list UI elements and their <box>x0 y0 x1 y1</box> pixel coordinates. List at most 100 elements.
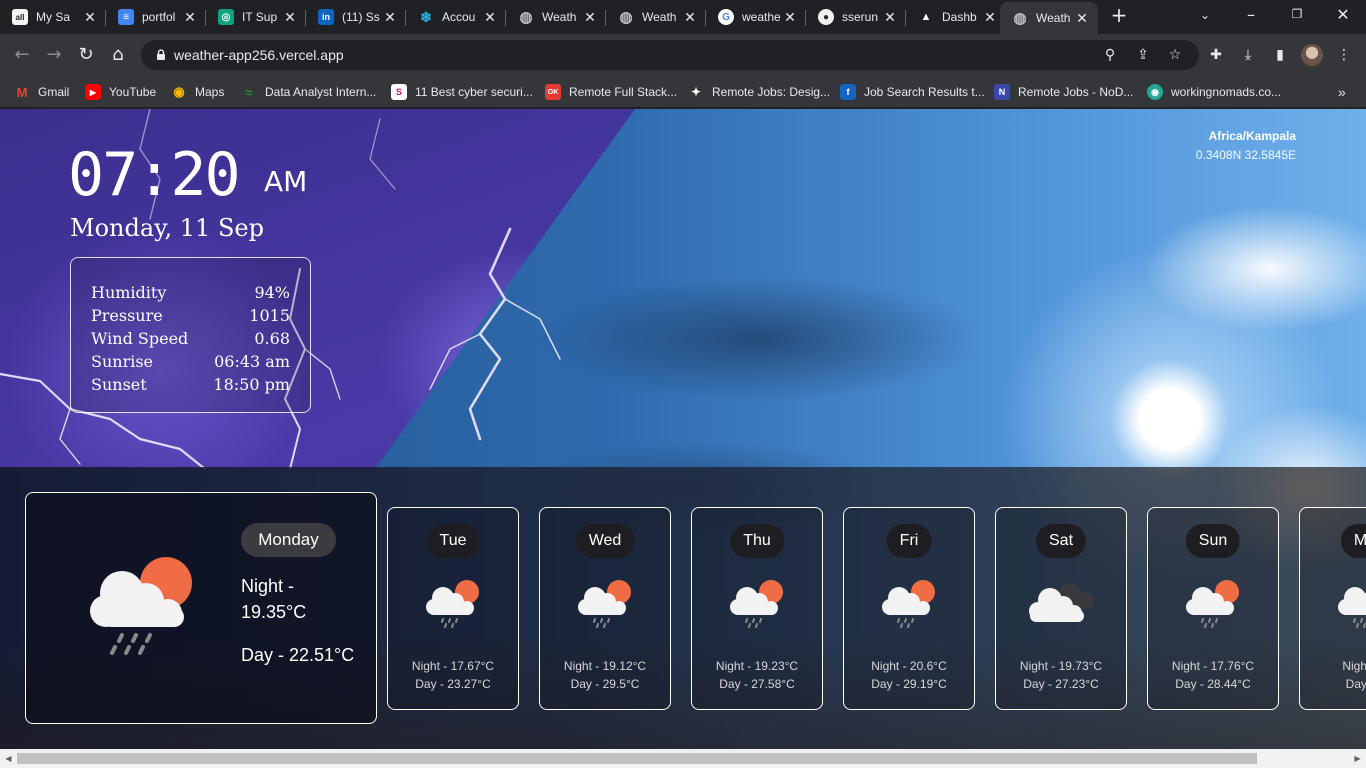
bookmark-cyber-security[interactable]: S 11 Best cyber securi... <box>391 82 533 102</box>
bookmark-maps[interactable]: ◉ Maps <box>171 82 224 102</box>
tab-label: Dashb <box>942 10 977 24</box>
rain-cloud-sun-icon <box>425 578 483 632</box>
minimize-icon[interactable]: – <box>1239 5 1263 24</box>
download-icon[interactable]: ⤓ <box>1238 45 1258 65</box>
home-icon[interactable]: ⌂ <box>106 43 130 67</box>
scroll-right-arrow-icon[interactable]: ▶ <box>1349 753 1366 764</box>
close-tab-icon[interactable]: ✕ <box>682 9 698 26</box>
forecast-day-label: Sat <box>1035 524 1087 558</box>
tab-weather-1[interactable]: ◍ Weath ✕ <box>506 2 606 32</box>
stat-value: 18:50 pm <box>213 375 290 394</box>
close-tab-icon[interactable]: ✕ <box>182 9 198 26</box>
site-favicon-icon: all <box>12 9 28 25</box>
restore-icon[interactable]: ❐ <box>1285 7 1309 21</box>
bookmark-label: Data Analyst Intern... <box>265 85 377 99</box>
close-window-icon[interactable]: ✕ <box>1331 5 1355 24</box>
bookmark-youtube[interactable]: ▶ YouTube <box>85 82 156 102</box>
close-tab-icon[interactable]: ✕ <box>782 9 798 26</box>
forecast-day-label: Mo <box>1340 524 1366 558</box>
close-tab-icon[interactable]: ✕ <box>582 9 598 26</box>
stat-sunrise: Sunrise 06:43 am <box>91 350 290 373</box>
stat-humidity: Humidity 94% <box>91 281 290 304</box>
bookmark-gmail[interactable]: M Gmail <box>14 82 70 102</box>
side-panel-icon[interactable]: ▮ <box>1270 45 1290 65</box>
snowflake-icon: ❄ <box>420 8 432 25</box>
tab-label: Accou <box>442 10 476 24</box>
browser-toolbar: ← → ↻ ⌂ weather-app256.vercel.app ⚲ ⇪ ☆ … <box>0 34 1366 76</box>
bookmark-label: 11 Best cyber securi... <box>415 85 533 99</box>
google-icon: G <box>718 9 734 25</box>
lock-icon[interactable] <box>153 47 169 63</box>
close-tab-icon[interactable]: ✕ <box>382 9 398 26</box>
tab-it-support[interactable]: ◎ IT Sup ✕ <box>206 2 306 32</box>
close-tab-icon[interactable]: ✕ <box>282 9 298 26</box>
close-tab-icon[interactable]: ✕ <box>982 9 998 26</box>
forecast-card-wed: Wed Night - 19.12°C Day - 29.5°C <box>539 507 671 710</box>
chatgpt-icon: ◎ <box>218 9 234 25</box>
bookmark-label: Job Search Results t... <box>864 85 985 99</box>
horizontal-scrollbar[interactable]: ◀ ▶ <box>0 749 1366 768</box>
tab-my-sa[interactable]: all My Sa ✕ <box>0 2 106 32</box>
scrollbar-thumb[interactable] <box>17 753 1257 764</box>
today-day-label: Monday <box>241 523 336 557</box>
vercel-icon: ▲ <box>920 11 932 23</box>
forecast-card-fri: Fri Night - 20.6°C Day - 29.19°C <box>843 507 975 710</box>
rain-cloud-sun-icon <box>881 578 939 632</box>
bookmark-remote-jobs-design[interactable]: ✦ Remote Jobs: Desig... <box>688 82 830 102</box>
address-bar[interactable]: weather-app256.vercel.app ⚲ ⇪ ☆ <box>141 40 1199 70</box>
forecast-card-sat: Sat Night - 19.73°C Day - 27.23°C <box>995 507 1127 710</box>
bookmark-job-search[interactable]: f Job Search Results t... <box>840 82 985 102</box>
forecast-card-tue: Tue Night - 17.67°C Day - 23.27°C <box>387 507 519 710</box>
rain-cloud-sun-icon <box>1337 578 1366 632</box>
site-icon: OK <box>545 84 561 100</box>
tab-weather-active[interactable]: ◍ Weath ✕ <box>1000 2 1098 34</box>
tab-search-chevron-icon[interactable]: ⌄ <box>1193 8 1217 22</box>
current-date: Monday, 11 Sep <box>70 214 264 242</box>
tab-linkedin[interactable]: in (11) Ss ✕ <box>306 2 406 32</box>
reload-icon[interactable]: ↻ <box>74 43 98 67</box>
new-tab-icon[interactable]: + <box>1107 3 1131 27</box>
scroll-left-arrow-icon[interactable]: ◀ <box>0 753 17 764</box>
extensions-puzzle-icon[interactable]: ✚ <box>1206 45 1226 65</box>
more-bookmarks-chevron-icon[interactable]: » <box>1338 82 1346 102</box>
bookmark-data-analyst[interactable]: ≈ Data Analyst Intern... <box>241 82 376 102</box>
tab-weather-2[interactable]: ◍ Weath ✕ <box>606 2 706 32</box>
url-text[interactable]: weather-app256.vercel.app <box>174 47 344 63</box>
forecast-night-temp: Night - 17.67°C <box>411 659 495 673</box>
tab-account[interactable]: ❄ Accou ✕ <box>406 2 506 32</box>
bookmark-nodesk[interactable]: N Remote Jobs - NoD... <box>994 82 1133 102</box>
close-tab-icon[interactable]: ✕ <box>82 9 98 26</box>
stat-label: Pressure <box>91 306 163 325</box>
tab-github[interactable]: ● sserun ✕ <box>806 2 906 32</box>
close-tab-icon[interactable]: ✕ <box>1074 10 1090 27</box>
tab-label: IT Sup <box>242 10 278 24</box>
bookmark-label: Gmail <box>38 85 70 99</box>
bookmark-workingnomads[interactable]: ◉ workingnomads.co... <box>1147 82 1281 102</box>
bookmark-star-icon[interactable]: ☆ <box>1166 46 1184 64</box>
profile-avatar[interactable] <box>1301 44 1323 66</box>
tab-label: Weath <box>642 10 677 24</box>
tab-portfolio[interactable]: ≡ portfol ✕ <box>106 2 206 32</box>
share-icon[interactable]: ⇪ <box>1134 46 1152 64</box>
bookmark-remote-full-stack[interactable]: OK Remote Full Stack... <box>545 82 677 102</box>
docs-icon: ≡ <box>118 9 134 25</box>
tab-label: portfol <box>142 10 176 24</box>
forecast-day-temp: Day - 3 <box>1345 677 1366 691</box>
forecast-night-temp: Night - 1 <box>1342 659 1366 673</box>
tab-dashboard[interactable]: ▲ Dashb ✕ <box>906 2 1006 32</box>
close-tab-icon[interactable]: ✕ <box>882 9 898 26</box>
site-icon: S <box>391 84 407 100</box>
forecast-day-temp: Day - 29.19°C <box>871 677 947 691</box>
tab-label: (11) Ss <box>342 10 380 24</box>
close-tab-icon[interactable]: ✕ <box>482 9 498 26</box>
stat-value: 1015 <box>249 306 290 325</box>
rain-cloud-sun-icon <box>729 578 787 632</box>
tab-label: My Sa <box>36 10 71 24</box>
back-arrow-icon[interactable]: ← <box>10 43 34 67</box>
location-pin-icon[interactable]: ⚲ <box>1101 46 1119 64</box>
forecast-day-label: Wed <box>575 524 635 558</box>
site-icon: N <box>994 84 1010 100</box>
menu-kebab-icon[interactable]: ⋮ <box>1334 45 1354 65</box>
tab-weather-search[interactable]: G weathe ✕ <box>706 2 806 32</box>
forward-arrow-icon[interactable]: → <box>42 43 66 67</box>
